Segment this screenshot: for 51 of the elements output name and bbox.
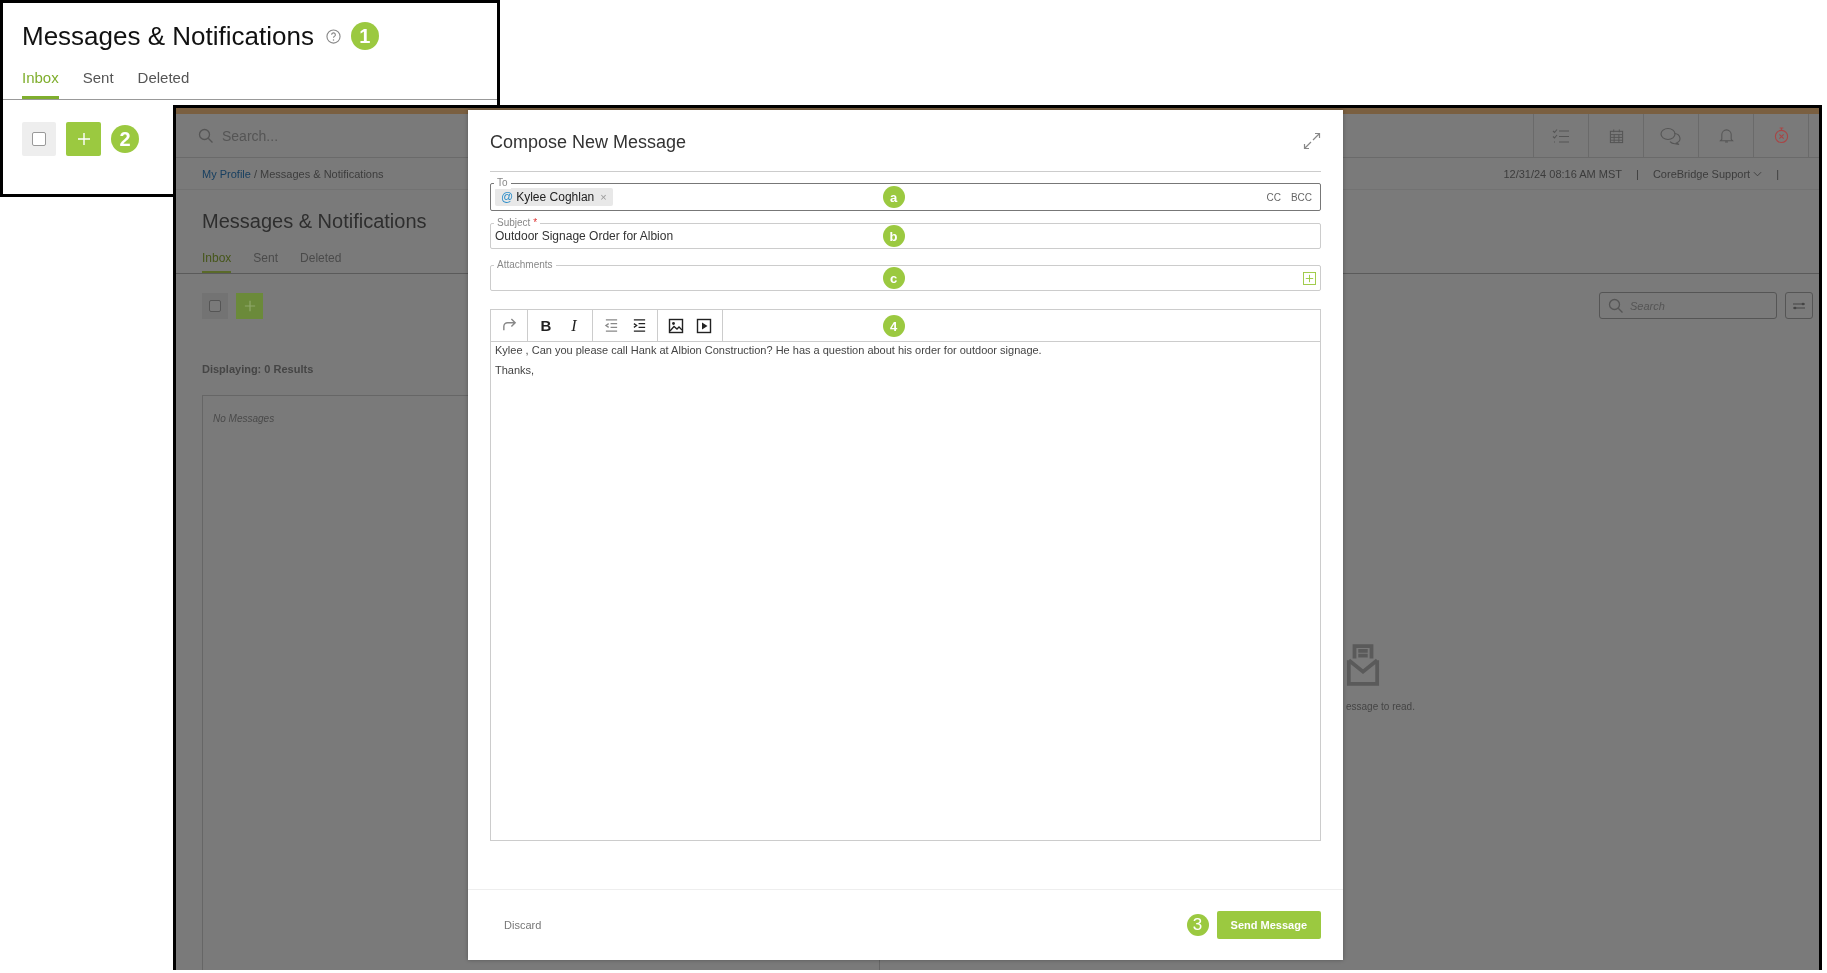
callout-badge: 2: [111, 125, 139, 153]
callout-badge: b: [882, 225, 905, 247]
date-time: 12/31/24 08:16 AM MST: [1503, 167, 1623, 180]
breadcrumb-current: Messages & Notifications: [260, 167, 384, 180]
select-all-checkbox[interactable]: [22, 122, 56, 156]
field-label: Attachments: [494, 259, 556, 271]
breadcrumb-link[interactable]: My Profile: [202, 167, 251, 180]
search-icon: [1608, 297, 1624, 314]
dialog-title: Compose New Message: [490, 131, 687, 153]
field-label: Subject *: [494, 217, 541, 229]
chevron-down-icon: [1753, 170, 1763, 177]
stopwatch-icon[interactable]: [1773, 127, 1789, 144]
page-title: Messages & Notifications: [22, 20, 314, 52]
filter-button[interactable]: [1785, 292, 1813, 319]
bcc-link[interactable]: BCC: [1290, 191, 1312, 203]
user-menu[interactable]: CoreBridge Support: [1652, 167, 1763, 180]
calendar-icon[interactable]: [1608, 127, 1624, 144]
checklist-icon[interactable]: [1552, 127, 1570, 144]
message-text: Kylee , Can you please call Hank at Albion Construction? He has a question about his order for outdoor signage.: [495, 344, 1043, 356]
italic-button[interactable]: I: [565, 315, 583, 336]
callout-badge: 1: [350, 22, 379, 50]
select-all-checkbox[interactable]: [202, 292, 228, 319]
message-text: Thanks,: [495, 364, 536, 376]
field-label: To: [494, 177, 511, 189]
callout-badge: a: [882, 186, 905, 208]
tab[interactable]: Deleted: [137, 65, 190, 99]
discard-button[interactable]: Discard: [504, 919, 542, 931]
help-icon[interactable]: [325, 28, 341, 44]
tab[interactable]: Sent: [82, 65, 114, 99]
bold-button[interactable]: B: [537, 315, 555, 336]
callout-badge: 3: [1186, 914, 1209, 936]
search-icon: [198, 127, 214, 144]
chat-icon[interactable]: [1660, 126, 1682, 145]
message-editor[interactable]: B I 4 Kylee , Can you please call Hank at Albion Construction? He has a question about his order for outdoor signage. Thanks,: [490, 309, 1321, 841]
add-icon[interactable]: [1303, 271, 1316, 285]
plus-icon: [243, 299, 256, 312]
expand-icon[interactable]: [1303, 131, 1321, 150]
new-message-button[interactable]: [236, 292, 263, 319]
page-title: Messages & Notifications: [202, 210, 427, 233]
bell-icon[interactable]: [1718, 127, 1734, 144]
separator: |: [1776, 167, 1779, 180]
separator: |: [1636, 167, 1639, 180]
cc-link[interactable]: CC: [1266, 191, 1281, 203]
callout-badge: c: [882, 267, 905, 289]
new-message-button[interactable]: [66, 122, 101, 156]
callout-badge: 4: [882, 315, 905, 337]
breadcrumb-separator: /: [252, 167, 259, 180]
recipient-chip[interactable]: @ Kylee Coghlan ×: [495, 188, 613, 206]
tab[interactable]: Inbox: [22, 65, 59, 99]
plus-icon: [76, 132, 91, 146]
envelope-icon: [1346, 643, 1380, 687]
